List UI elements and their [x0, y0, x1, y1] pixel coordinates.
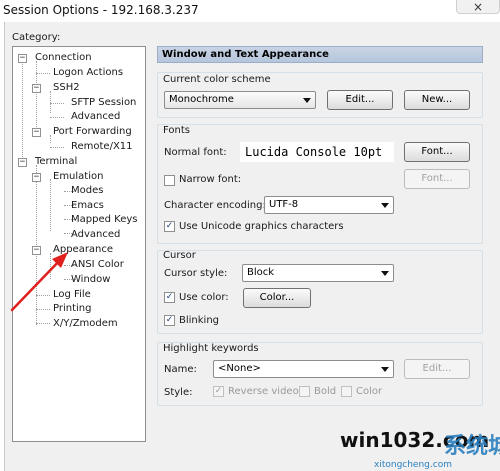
edit-color-scheme-button[interactable]: Edit...	[327, 90, 393, 110]
tree-line	[50, 147, 64, 148]
chevron-down-icon	[381, 203, 389, 208]
tree-line	[36, 73, 50, 74]
tree-item-mapped-keys[interactable]: Mapped Keys	[71, 213, 137, 227]
tree-item-terminal[interactable]: Terminal	[35, 155, 77, 169]
tree-item-logon-actions[interactable]: Logon Actions	[53, 66, 123, 80]
encoding-select[interactable]: UTF-8	[264, 196, 394, 214]
encoding-value: UTF-8	[269, 199, 299, 210]
narrow-font-checkbox[interactable]	[164, 175, 175, 186]
watermark-logo-icon: win1032.com 系统城 xitongcheng.com	[340, 428, 500, 470]
category-label: Category:	[12, 32, 61, 43]
use-color-label: Use color:	[179, 292, 229, 303]
tree-item-sftp-session[interactable]: SFTP Session	[71, 96, 136, 110]
narrow-font-button[interactable]: Font...	[404, 169, 470, 189]
check-icon: ✓	[214, 386, 223, 396]
tree-item-emacs[interactable]: Emacs	[71, 199, 104, 213]
tree-expander-ssh2[interactable]: −	[32, 84, 41, 93]
highlight-name-select[interactable]: <None>	[213, 360, 394, 378]
tree-expander-emulation[interactable]: −	[32, 173, 41, 182]
blinking-label: Blinking	[179, 315, 220, 326]
check-icon: ✓	[165, 315, 174, 325]
tree-line	[36, 323, 50, 324]
tree-item-ssh2-advanced[interactable]: Advanced	[71, 110, 120, 124]
tree-expander-terminal[interactable]: −	[18, 158, 27, 167]
tree-item-log-file[interactable]: Log File	[53, 288, 91, 302]
highlight-style-label: Style:	[164, 387, 193, 398]
chevron-down-icon	[381, 367, 389, 372]
svg-text:系统城: 系统城	[444, 433, 500, 459]
tree-line	[50, 179, 51, 231]
tree-line	[36, 61, 37, 127]
tree-item-appearance[interactable]: Appearance	[53, 243, 113, 257]
highlight-name-label: Name:	[164, 364, 197, 375]
normal-font-label: Normal font:	[164, 147, 227, 158]
tree-expander-appearance[interactable]: −	[32, 246, 41, 255]
tree-line	[50, 135, 51, 143]
unicode-graphics-label: Use Unicode graphics characters	[179, 221, 344, 232]
reverse-video-label: Reverse video	[228, 386, 299, 397]
highlight-keywords-title: Highlight keywords	[163, 343, 259, 354]
check-icon: ✓	[165, 292, 174, 302]
tree-item-emulation-advanced[interactable]: Advanced	[71, 228, 120, 242]
tree-item-remote-x11[interactable]: Remote/X11	[71, 140, 133, 154]
tree-expander-connection[interactable]: −	[18, 54, 27, 63]
close-button[interactable]: ×	[456, 0, 500, 14]
color-label: Color	[356, 386, 383, 397]
window-title: Session Options - 192.168.3.237	[3, 3, 199, 17]
unicode-graphics-checkbox[interactable]: ✓	[164, 221, 175, 232]
tree-expander-port-forwarding[interactable]: −	[32, 128, 41, 137]
color-scheme-select[interactable]: Monochrome	[164, 91, 316, 109]
reverse-video-checkbox[interactable]: ✓	[213, 386, 224, 397]
tree-line	[36, 309, 50, 310]
color-checkbox[interactable]	[341, 386, 352, 397]
cursor-color-button[interactable]: Color...	[243, 288, 311, 308]
tree-item-window[interactable]: Window	[71, 273, 110, 287]
highlight-edit-button[interactable]: Edit...	[404, 359, 470, 379]
tree-item-connection[interactable]: Connection	[35, 51, 92, 65]
tree-item-printing[interactable]: Printing	[53, 302, 91, 316]
chevron-down-icon	[381, 271, 389, 276]
close-icon: ×	[472, 0, 484, 14]
cursor-title: Cursor	[163, 250, 196, 261]
tree-line	[50, 253, 51, 279]
panel-header: Window and Text Appearance	[157, 46, 483, 63]
bold-checkbox[interactable]	[299, 386, 310, 397]
color-scheme-value: Monochrome	[169, 94, 234, 105]
watermark: win1032.com 系统城 xitongcheng.com	[338, 423, 500, 471]
cursor-style-label: Cursor style:	[164, 268, 228, 279]
normal-font-button[interactable]: Font...	[404, 142, 470, 162]
tree-item-emulation[interactable]: Emulation	[53, 170, 103, 184]
title-bar: Session Options - 192.168.3.237 ×	[0, 0, 500, 22]
svg-text:xitongcheng.com: xitongcheng.com	[374, 460, 452, 470]
tree-line	[50, 117, 64, 118]
normal-font-preview: Lucida Console 10pt	[240, 142, 394, 162]
cursor-style-select[interactable]: Block	[242, 264, 394, 282]
bold-label: Bold	[314, 386, 337, 397]
tree-line	[36, 295, 50, 296]
new-color-scheme-button[interactable]: New...	[404, 90, 470, 110]
category-tree[interactable]: − Connection Logon Actions − SSH2 SFTP S…	[12, 46, 146, 442]
chevron-down-icon	[303, 98, 311, 103]
check-icon: ✓	[165, 221, 174, 231]
cursor-style-value: Block	[247, 267, 275, 278]
narrow-font-label: Narrow font:	[179, 174, 242, 185]
tree-item-xyzmodem[interactable]: X/Y/Zmodem	[53, 317, 118, 331]
tree-item-ansi-color[interactable]: ANSI Color	[71, 258, 124, 272]
tree-item-port-forwarding[interactable]: Port Forwarding	[53, 125, 132, 139]
tree-line	[50, 91, 51, 113]
tree-item-ssh2[interactable]: SSH2	[53, 81, 80, 95]
highlight-name-value: <None>	[218, 363, 261, 374]
encoding-label: Character encoding:	[164, 200, 266, 211]
blinking-checkbox[interactable]: ✓	[164, 315, 175, 326]
color-scheme-title: Current color scheme	[163, 74, 271, 85]
fonts-title: Fonts	[163, 125, 190, 136]
tree-item-modes[interactable]: Modes	[71, 184, 103, 198]
tree-line	[22, 61, 23, 161]
tree-line	[50, 103, 64, 104]
use-color-checkbox[interactable]: ✓	[164, 292, 175, 303]
